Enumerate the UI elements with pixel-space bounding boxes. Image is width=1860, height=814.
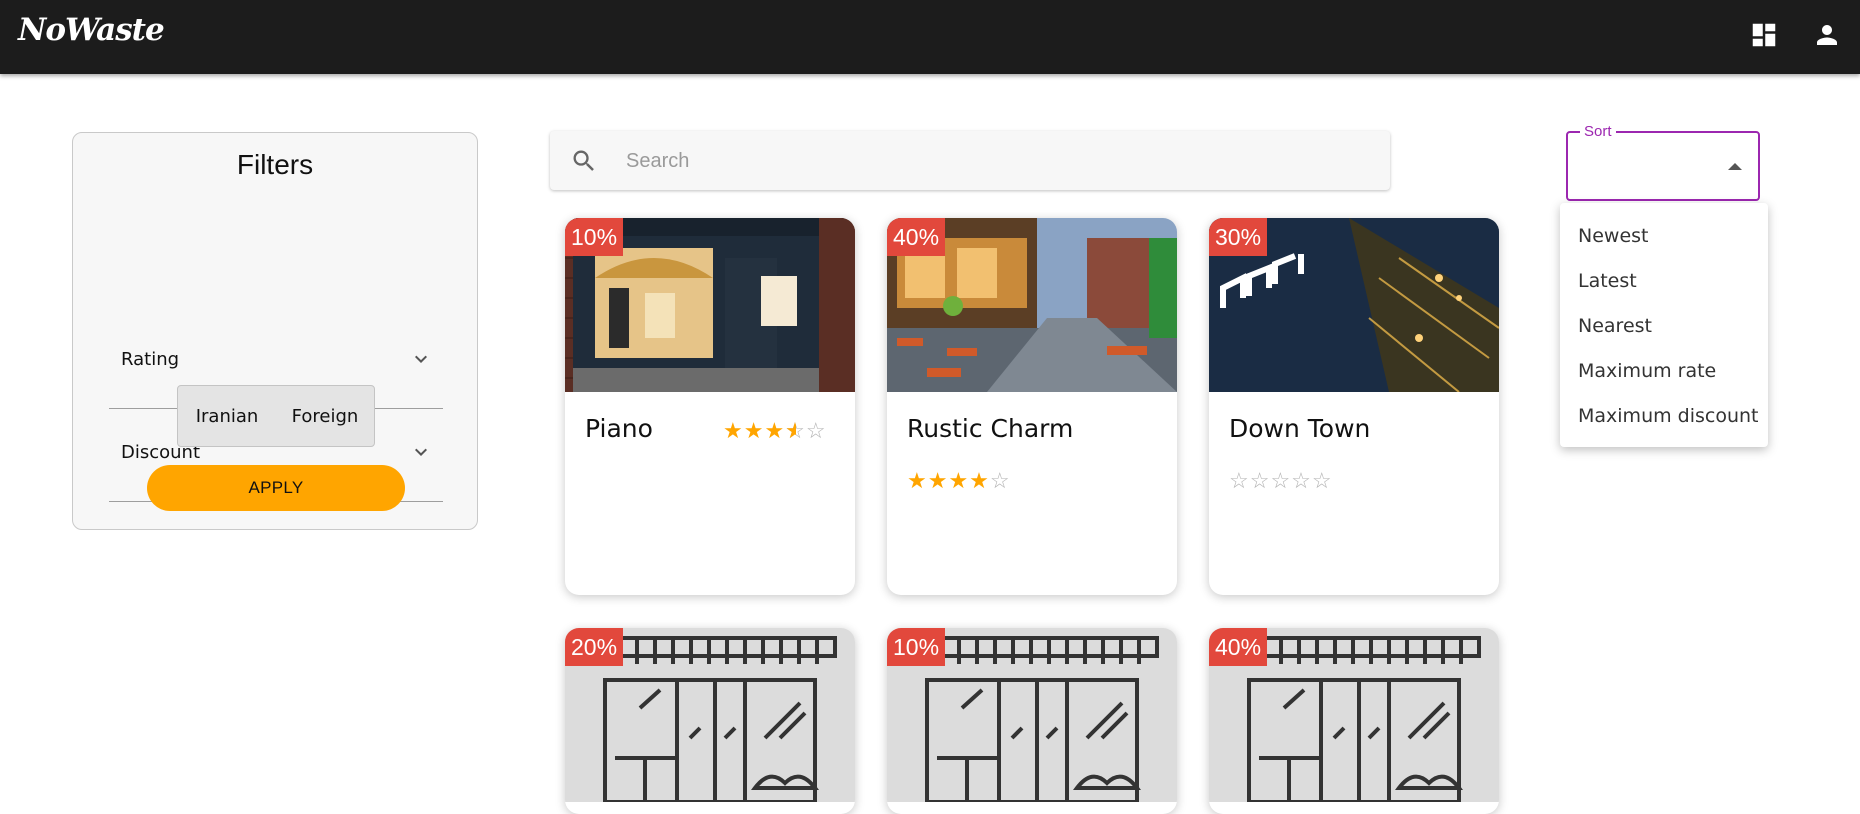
search-icon xyxy=(573,150,594,171)
origin-toggle-group: Iranian Foreign xyxy=(177,385,375,447)
restaurant-name: Piano xyxy=(585,414,653,443)
discount-badge: 10% xyxy=(887,628,946,666)
filters-panel: Filters Rating Discount Iranian Foreign … xyxy=(72,132,478,530)
sort-option-newest[interactable]: Newest xyxy=(1560,213,1768,258)
restaurant-name: Rustic Charm xyxy=(907,414,1074,443)
chevron-down-icon xyxy=(415,448,427,456)
sort-select[interactable]: Sort xyxy=(1566,123,1760,201)
sort-option-latest[interactable]: Latest xyxy=(1560,258,1768,303)
app-logo[interactable]: NoWaste xyxy=(18,12,165,48)
chevron-down-icon xyxy=(415,355,427,363)
sort-option-nearest[interactable]: Nearest xyxy=(1560,303,1768,348)
toggle-iranian[interactable]: Iranian xyxy=(178,386,276,446)
restaurant-card[interactable]: 30% Down Town ☆☆☆☆☆ xyxy=(1209,218,1499,595)
discount-badge: 40% xyxy=(1209,628,1268,666)
sort-label: Sort xyxy=(1580,123,1616,140)
discount-badge: 20% xyxy=(565,628,624,666)
rating-stars: ★★★☆★☆ xyxy=(723,418,827,443)
filters-title: Filters xyxy=(236,149,314,180)
search-input[interactable] xyxy=(626,141,1366,181)
restaurant-card[interactable]: 20% xyxy=(565,628,855,814)
top-app-bar: NoWaste xyxy=(0,0,1860,74)
toggle-foreign[interactable]: Foreign xyxy=(276,386,374,446)
user-icon[interactable] xyxy=(1812,20,1842,50)
discount-badge: 10% xyxy=(565,218,624,256)
discount-badge: 30% xyxy=(1209,218,1268,256)
sort-menu: Newest Latest Nearest Maximum rate Maxim… xyxy=(1560,203,1768,447)
rating-label: Rating xyxy=(121,349,180,370)
discount-badge: 40% xyxy=(887,218,946,256)
restaurant-name: Down Town xyxy=(1229,414,1371,443)
apply-button[interactable]: APPLY xyxy=(147,465,405,511)
sort-option-maximum-discount[interactable]: Maximum discount xyxy=(1560,393,1768,438)
restaurant-card[interactable]: 40% xyxy=(1209,628,1499,814)
restaurant-card[interactable]: 10% Piano ★★★☆★☆ xyxy=(565,218,855,595)
search-bar xyxy=(550,131,1390,190)
rating-stars: ☆☆☆☆☆ xyxy=(1229,468,1333,493)
rating-stars: ★★★★☆ xyxy=(907,468,1011,493)
caret-up-icon xyxy=(1728,163,1742,170)
dashboard-icon[interactable] xyxy=(1749,20,1779,50)
sort-option-maximum-rate[interactable]: Maximum rate xyxy=(1560,348,1768,393)
restaurant-card[interactable]: 10% xyxy=(887,628,1177,814)
restaurant-card[interactable]: 40% Rustic Charm ★★★★☆ xyxy=(887,218,1177,595)
